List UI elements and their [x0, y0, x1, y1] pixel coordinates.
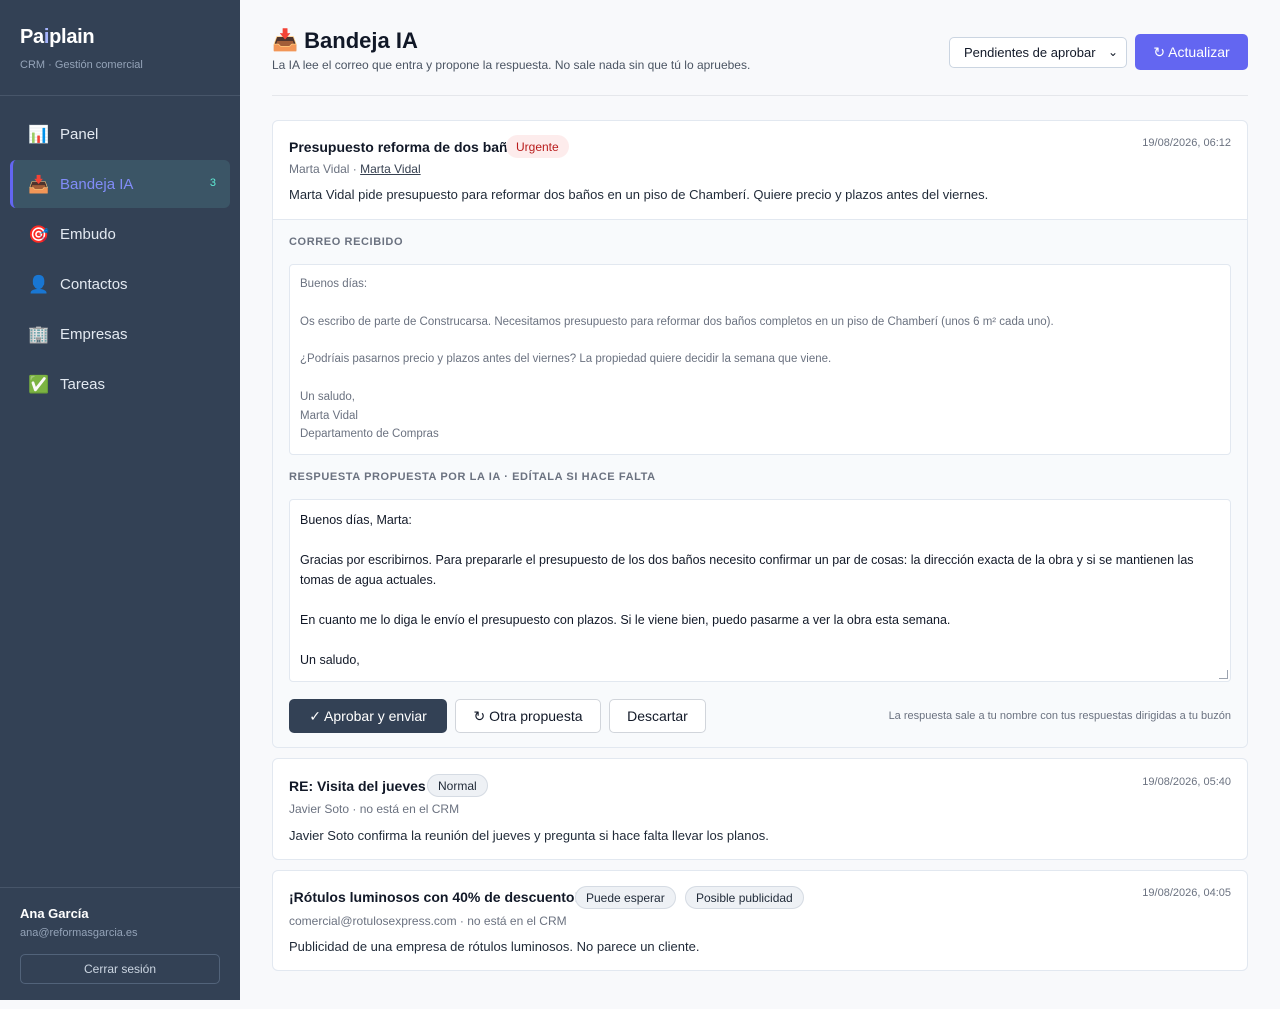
received-email-body: Buenos días: Os escribo de parte de Cons…	[289, 264, 1231, 455]
approve-send-button[interactable]: ✓ Aprobar y enviar	[289, 699, 447, 733]
priority-badge: Urgente	[506, 135, 569, 158]
page-subtitle: La IA lee el correo que entra y propone …	[272, 58, 751, 72]
message-card-expanded[interactable]: Presupuesto reforma de dos baños Urgente…	[272, 120, 1248, 748]
message-subject: RE: Visita del jueves	[289, 778, 426, 794]
app-subtitle: CRM · Gestión comercial	[20, 59, 143, 71]
discard-button[interactable]: Descartar	[609, 699, 706, 733]
user-email: ana@reformasgarcia.es	[20, 927, 138, 939]
sidebar-item-label: Embudo	[60, 225, 116, 243]
header-divider	[272, 95, 1248, 96]
sidebar-item-contactos[interactable]: 👤 Contactos	[10, 260, 230, 308]
checkmark-icon: ✅	[28, 374, 50, 394]
app-logo[interactable]: Paiplain	[20, 26, 95, 49]
logout-button[interactable]: Cerrar sesión	[20, 954, 220, 984]
ai-summary: Javier Soto confirma la reunión del juev…	[289, 828, 769, 843]
message-card[interactable]: ¡Rótulos luminosos con 40% de descuento!…	[272, 870, 1248, 971]
chevron-down-icon: ⌄	[1107, 45, 1118, 59]
message-sender: Javier Soto · no está en el CRM	[289, 802, 460, 816]
person-icon: 👤	[28, 274, 50, 294]
sidebar-item-bandeja-ia[interactable]: 📥 Bandeja IA 3	[10, 160, 230, 208]
building-icon: 🏢	[28, 324, 50, 344]
page-title: 📥 Bandeja IA	[272, 28, 418, 54]
message-sender: Marta Vidal · Marta Vidal	[289, 162, 421, 176]
category-badge: Posible publicidad	[685, 886, 804, 909]
sidebar-divider	[0, 95, 240, 96]
page-title-text: Bandeja IA	[304, 28, 418, 53]
sidebar-item-label: Panel	[60, 125, 99, 143]
ai-reply-label: RESPUESTA PROPUESTA POR LA IA · EDÍTALA …	[289, 471, 656, 483]
sidebar-item-panel[interactable]: 📊 Panel	[10, 110, 230, 158]
status-filter-value: Pendientes de aprobar	[964, 45, 1096, 60]
unread-count-badge: 3	[209, 177, 216, 189]
priority-badge: Normal	[427, 774, 488, 797]
sidebar-divider	[0, 887, 240, 888]
message-card[interactable]: RE: Visita del jueves Normal 19/08/2026,…	[272, 758, 1248, 860]
sidebar-nav: 📊 Panel 📥 Bandeja IA 3 🎯 Embudo 👤 Contac…	[10, 110, 230, 410]
priority-badge: Puede esperar	[575, 886, 676, 909]
contact-link[interactable]: Marta Vidal	[360, 162, 420, 176]
message-subject: ¡Rótulos luminosos con 40% de descuento!	[289, 889, 580, 905]
sidebar-item-empresas[interactable]: 🏢 Empresas	[10, 310, 230, 358]
message-date: 19/08/2026, 04:05	[1142, 887, 1231, 899]
inbox-icon: 📥	[272, 29, 299, 52]
ai-summary: Marta Vidal pide presupuesto para reform…	[289, 187, 989, 202]
message-date: 19/08/2026, 06:12	[1142, 137, 1231, 149]
message-sender: comercial@rotulosexpress.com · no está e…	[289, 914, 567, 928]
message-subject: Presupuesto reforma de dos baños	[289, 139, 524, 155]
ai-summary: Publicidad de una empresa de rótulos lum…	[289, 939, 700, 954]
send-note: La respuesta sale a tu nombre con tus re…	[888, 710, 1231, 722]
message-detail: CORREO RECIBIDO Buenos días: Os escribo …	[273, 219, 1247, 747]
status-filter-select[interactable]: Pendientes de aprobar ⌄	[949, 37, 1127, 68]
sidebar-item-label: Bandeja IA	[60, 175, 134, 193]
chart-icon: 📊	[28, 124, 50, 144]
sidebar-item-embudo[interactable]: 🎯 Embudo	[10, 210, 230, 258]
sidebar-item-tareas[interactable]: ✅ Tareas	[10, 360, 230, 408]
sidebar-item-label: Tareas	[60, 375, 106, 393]
received-email-label: CORREO RECIBIDO	[289, 236, 404, 248]
message-date: 19/08/2026, 05:40	[1142, 776, 1231, 788]
target-icon: 🎯	[28, 224, 50, 244]
refresh-button[interactable]: ↻ Actualizar	[1135, 34, 1248, 70]
sidebar-item-label: Empresas	[60, 325, 128, 343]
user-name: Ana García	[20, 906, 89, 921]
sidebar-item-label: Contactos	[60, 275, 128, 293]
ai-reply-textarea[interactable]: Buenos días, Marta: Gracias por escribir…	[289, 499, 1231, 682]
resize-handle-icon[interactable]	[1219, 670, 1228, 679]
sidebar: Paiplain CRM · Gestión comercial 📊 Panel…	[0, 0, 240, 1000]
inbox-icon: 📥	[28, 174, 50, 194]
regenerate-button[interactable]: ↻ Otra propuesta	[455, 699, 601, 733]
